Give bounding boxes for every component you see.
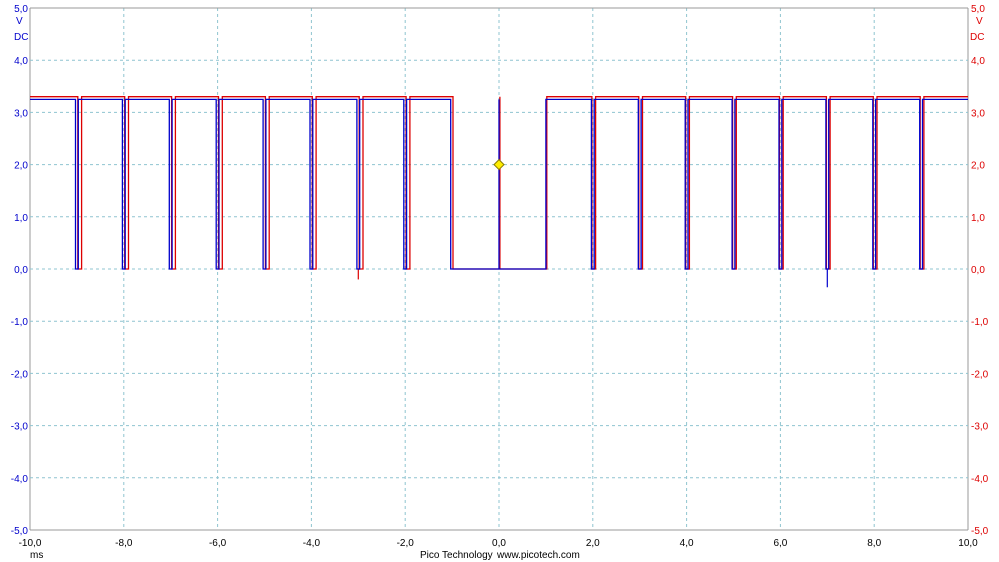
x-unit-label: ms: [30, 550, 43, 561]
y-tick-label-right: 0,0: [971, 265, 985, 276]
x-tick-label: 6,0: [773, 538, 787, 549]
x-tick-label: 8,0: [867, 538, 881, 549]
y-tick-label-left: 5,0: [14, 4, 28, 15]
oscilloscope-chart: 5,0 4,0 3,0 2,0 1,0 0,0 -1,0 -2,0 -3,0 -4,0 -5,0 5…: [0, 0, 999, 562]
y-tick-label-right: 5,0: [971, 4, 985, 15]
x-tick-label: 10,0: [958, 538, 978, 549]
y-tick-label-right: 1,0: [971, 213, 985, 224]
y-tick-label-right: 2,0: [971, 161, 985, 172]
y-tick-label-left: -1,0: [11, 317, 29, 328]
y-tick-label-left: 2,0: [14, 161, 28, 172]
right-unit-label: V: [976, 16, 983, 27]
y-tick-label-left: 1,0: [14, 213, 28, 224]
y-tick-label-left: -3,0: [11, 422, 29, 433]
right-coupling-label: DC: [970, 32, 984, 43]
y-tick-label-right: 4,0: [971, 56, 985, 67]
y-tick-label-right: -5,0: [971, 526, 989, 537]
x-tick-label: -4,0: [303, 538, 321, 549]
y-tick-label-right: -3,0: [971, 422, 989, 433]
x-tick-label: 2,0: [586, 538, 600, 549]
y-tick-label-left: 3,0: [14, 108, 28, 119]
left-unit-label: V: [16, 16, 23, 27]
y-tick-label-left: -5,0: [11, 526, 29, 537]
y-tick-label-right: -1,0: [971, 317, 989, 328]
y-tick-label-left: 4,0: [14, 56, 28, 67]
footer-brand: Pico Technology: [420, 550, 493, 561]
y-tick-label-right: -4,0: [971, 474, 989, 485]
y-tick-label-left: 0,0: [14, 265, 28, 276]
y-tick-label-right: -2,0: [971, 369, 989, 380]
x-tick-label: 0,0: [492, 538, 506, 549]
x-tick-label: -10,0: [19, 538, 42, 549]
y-tick-label-left: -4,0: [11, 474, 29, 485]
x-tick-label: 4,0: [680, 538, 694, 549]
y-tick-label-right: 3,0: [971, 108, 985, 119]
left-coupling-label: DC: [14, 32, 28, 43]
x-tick-label: -6,0: [209, 538, 227, 549]
y-tick-label-left: -2,0: [11, 369, 29, 380]
footer-url: www.picotech.com: [496, 550, 580, 561]
x-tick-label: -8,0: [115, 538, 133, 549]
x-tick-label: -2,0: [397, 538, 415, 549]
